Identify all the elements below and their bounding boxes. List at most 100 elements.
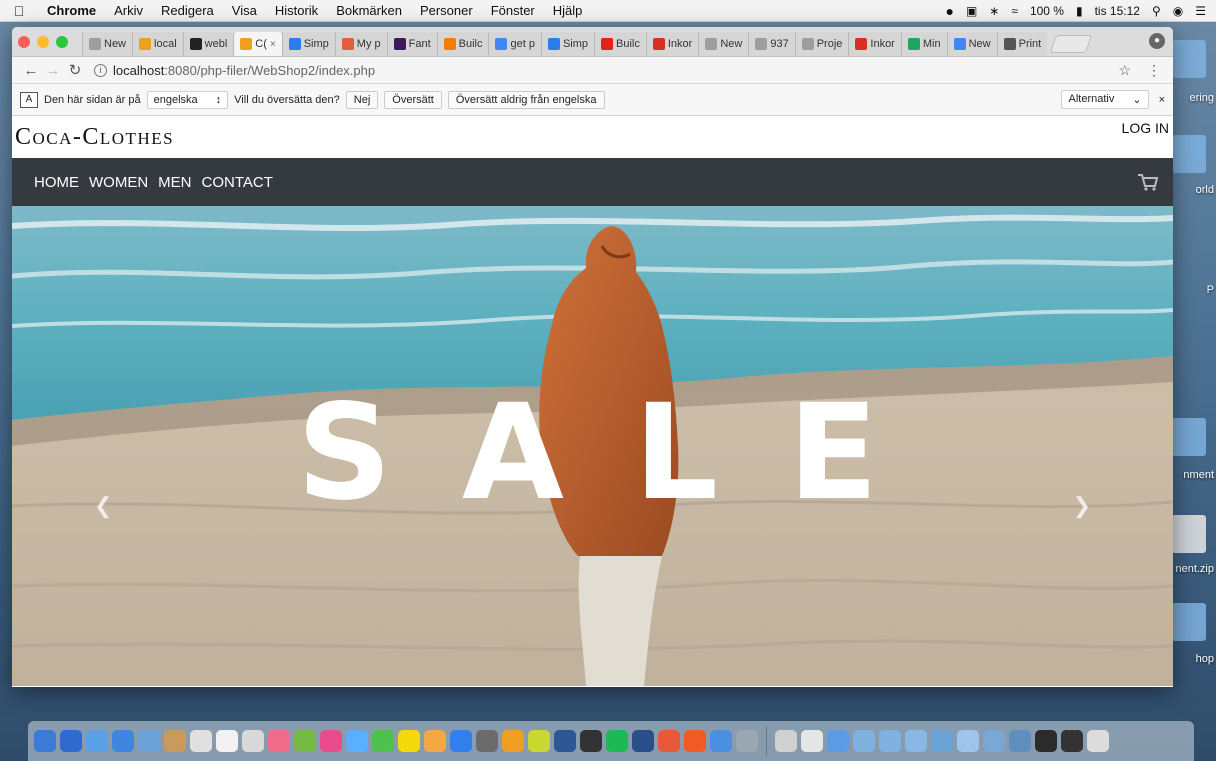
nav-contact[interactable]: CONTACT <box>202 174 273 191</box>
dock-app-icon[interactable] <box>86 730 108 752</box>
dock-app-icon[interactable] <box>34 730 56 752</box>
battery-icon[interactable]: ▮ <box>1076 4 1083 18</box>
menu-arkiv[interactable]: Arkiv <box>105 3 152 18</box>
back-button[interactable]: ← <box>20 62 42 79</box>
minimize-window-button[interactable] <box>37 35 49 48</box>
dock-app-icon[interactable] <box>775 730 797 752</box>
dock-app-icon[interactable] <box>879 730 901 752</box>
browser-tab[interactable]: 937 <box>748 32 795 56</box>
dock-app-icon[interactable] <box>827 730 849 752</box>
dock-app-icon[interactable] <box>853 730 875 752</box>
carousel-next-icon[interactable]: ❯ <box>1073 493 1091 519</box>
dock-app-icon[interactable] <box>957 730 979 752</box>
translate-button[interactable]: Översätt <box>384 90 442 109</box>
dock-app-icon[interactable] <box>242 730 264 752</box>
menu-bokmarken[interactable]: Bokmärken <box>327 3 411 18</box>
desktop-label[interactable]: P <box>1207 284 1214 296</box>
dock-app-icon[interactable] <box>580 730 602 752</box>
apple-menu-icon[interactable]:  <box>0 3 38 19</box>
dock-app-icon[interactable] <box>905 730 927 752</box>
translate-no-button[interactable]: Nej <box>345 90 379 109</box>
menu-redigera[interactable]: Redigera <box>152 3 223 18</box>
desktop-file-icon[interactable] <box>1172 418 1206 456</box>
chrome-menu-icon[interactable]: ⋮ <box>1147 62 1161 79</box>
dock-app-icon[interactable] <box>801 730 823 752</box>
address-bar[interactable]: i localhost:8080/php-filer/WebShop2/inde… <box>94 63 1118 78</box>
browser-tab[interactable]: Fant <box>386 32 437 56</box>
dock-app-icon[interactable] <box>476 730 498 752</box>
source-language-select[interactable]: engelska ↕ <box>146 90 229 109</box>
dock-app-icon[interactable] <box>632 730 654 752</box>
browser-tab[interactable]: Inkor <box>848 32 901 56</box>
bluetooth-icon[interactable]: ∗ <box>989 4 999 18</box>
close-window-button[interactable] <box>18 35 30 48</box>
carousel-prev-icon[interactable]: ❮ <box>94 493 112 519</box>
user-avatar-icon[interactable]: ◉ <box>1173 4 1183 18</box>
status-app-icon[interactable]: ● <box>945 3 953 19</box>
dock-app-icon[interactable] <box>1009 730 1031 752</box>
zoom-window-button[interactable] <box>56 35 68 48</box>
nav-home[interactable]: HOME <box>34 174 79 191</box>
profile-icon[interactable]: ● <box>1149 33 1165 49</box>
browser-tab[interactable]: Inkor <box>645 32 699 56</box>
browser-tab[interactable]: Builc <box>436 32 489 56</box>
dock-app-icon[interactable] <box>931 730 953 752</box>
browser-tab[interactable]: Simp <box>281 32 335 56</box>
dock-app-icon[interactable] <box>710 730 732 752</box>
desktop-label[interactable]: hop <box>1196 653 1214 665</box>
browser-tab[interactable]: local <box>132 32 183 56</box>
site-info-icon[interactable]: i <box>94 63 107 77</box>
browser-tab[interactable]: Simp <box>540 32 595 56</box>
desktop-zip-icon[interactable] <box>1172 515 1206 553</box>
browser-tab[interactable]: New <box>82 32 133 56</box>
dock-app-icon[interactable] <box>294 730 316 752</box>
desktop-label[interactable]: nent.zip <box>1175 563 1214 575</box>
browser-tab[interactable]: C(× <box>233 32 282 56</box>
browser-tab[interactable]: Proje <box>794 32 849 56</box>
reload-button[interactable]: ↻ <box>64 61 86 79</box>
forward-button[interactable]: → <box>42 62 64 79</box>
translate-options-select[interactable]: Alternativ ⌄ <box>1061 90 1149 109</box>
browser-tab[interactable]: Builc <box>594 32 646 56</box>
dock-app-icon[interactable] <box>268 730 290 752</box>
browser-tab[interactable]: Print <box>996 32 1048 56</box>
dock-app-icon[interactable] <box>164 730 186 752</box>
dock-app-icon[interactable] <box>424 730 446 752</box>
spotlight-search-icon[interactable]: ⚲ <box>1152 4 1161 18</box>
dock-app-icon[interactable] <box>190 730 212 752</box>
desktop-file-icon[interactable] <box>1172 603 1206 641</box>
shopping-cart-icon[interactable] <box>1137 172 1159 192</box>
dock-app-icon[interactable] <box>658 730 680 752</box>
desktop-label[interactable]: nment <box>1183 469 1214 481</box>
dock-app-icon[interactable] <box>606 730 628 752</box>
browser-tab[interactable]: webl <box>182 32 234 56</box>
dock-app-icon[interactable] <box>450 730 472 752</box>
browser-tab[interactable]: My p <box>334 32 387 56</box>
clock[interactable]: tis 15:12 <box>1095 4 1140 18</box>
notification-center-icon[interactable]: ☰ <box>1195 4 1206 18</box>
dock-app-icon[interactable] <box>1035 730 1057 752</box>
menu-fonster[interactable]: Fönster <box>482 3 544 18</box>
dock-app-icon[interactable] <box>684 730 706 752</box>
dock-app-icon[interactable] <box>346 730 368 752</box>
menu-historik[interactable]: Historik <box>266 3 327 18</box>
battery-percent[interactable]: 100 % <box>1030 4 1064 18</box>
dock-app-icon[interactable] <box>736 730 758 752</box>
menu-visa[interactable]: Visa <box>223 3 266 18</box>
dock-app-icon[interactable] <box>502 730 524 752</box>
wifi-icon[interactable]: ≈ <box>1011 4 1018 18</box>
menu-hjalp[interactable]: Hjälp <box>544 3 592 18</box>
browser-tab[interactable]: Min <box>900 32 947 56</box>
dock-app-icon[interactable] <box>60 730 82 752</box>
dock-app-icon[interactable] <box>112 730 134 752</box>
menu-personer[interactable]: Personer <box>411 3 482 18</box>
nav-women[interactable]: WOMEN <box>89 174 148 191</box>
desktop-label[interactable]: ering <box>1190 92 1214 104</box>
nav-men[interactable]: MEN <box>158 174 191 191</box>
bookmark-star-icon[interactable]: ☆ <box>1118 62 1131 79</box>
never-translate-button[interactable]: Översätt aldrig från engelska <box>447 90 605 109</box>
new-tab-button[interactable] <box>1049 35 1093 53</box>
close-tab-icon[interactable]: × <box>270 39 276 50</box>
browser-tab[interactable]: New <box>698 32 749 56</box>
dock-app-icon[interactable] <box>320 730 342 752</box>
